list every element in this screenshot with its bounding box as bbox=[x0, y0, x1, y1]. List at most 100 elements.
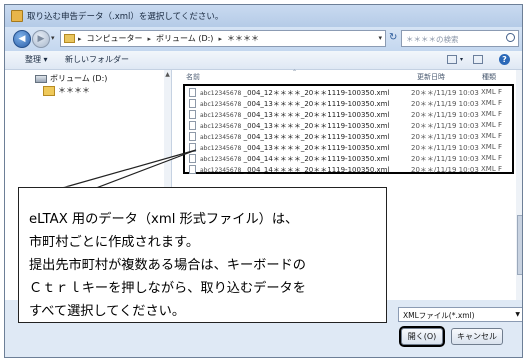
file-name-suffix: _004_13＊＊＊＊_20＊＊1119-100350.xml bbox=[243, 111, 390, 119]
breadcrumb-separator: ▸ bbox=[147, 34, 152, 43]
xml-file-icon bbox=[189, 165, 196, 174]
view-options-icon[interactable] bbox=[447, 55, 457, 64]
toolbar: 整理 ▾ 新しいフォルダー ▾ ? bbox=[5, 51, 522, 70]
column-header-date[interactable]: 更新日時 bbox=[417, 72, 445, 84]
file-type: XML F bbox=[481, 154, 502, 162]
file-name-prefix: abc12345678 bbox=[200, 145, 242, 152]
recent-pages-dropdown[interactable]: ▾ bbox=[51, 34, 55, 42]
xml-file-icon bbox=[189, 143, 196, 152]
nav-item-folder[interactable]: ＊＊＊＊ bbox=[43, 85, 90, 96]
file-row[interactable]: abc12345678 _004_13＊＊＊＊_20＊＊1119-100350.… bbox=[189, 131, 509, 142]
title-bar: 取り込む申告データ（.xml）を選択してください。 bbox=[5, 5, 522, 27]
file-date: 20＊＊/11/19 10:03 bbox=[411, 111, 479, 119]
xml-file-icon bbox=[189, 99, 196, 108]
organize-button[interactable]: 整理 ▾ bbox=[25, 54, 48, 65]
help-icon[interactable]: ? bbox=[499, 54, 510, 65]
callout-line: 市町村ごとに作成されます。 bbox=[29, 235, 200, 250]
address-dropdown-icon[interactable]: ▾ bbox=[378, 34, 382, 42]
file-date: 20＊＊/11/19 10:03 bbox=[411, 100, 479, 108]
file-type: XML F bbox=[481, 121, 502, 129]
folder-icon bbox=[43, 85, 55, 96]
file-row[interactable]: abc12345678 _004_13＊＊＊＊_20＊＊1119-100350.… bbox=[189, 109, 509, 120]
callout-line: Ｃｔｒｌキーを押しながら、取り込むデータを bbox=[29, 281, 306, 296]
selected-files-highlight: abc12345678 _004_12＊＊＊＊_20＊＊1119-100350.… bbox=[183, 84, 514, 174]
file-name-suffix: _004_14＊＊＊＊_20＊＊1119-100350.xml bbox=[243, 166, 390, 174]
file-type: XML F bbox=[481, 110, 502, 118]
file-type-select[interactable]: XMLファイル(*.xml) ▼ bbox=[398, 307, 522, 322]
nav-item-volume[interactable]: ボリューム (D:) bbox=[35, 73, 107, 84]
file-name: abc12345678 _004_13＊＊＊＊_20＊＊1119-100350.… bbox=[200, 132, 389, 142]
file-type: XML F bbox=[481, 143, 502, 151]
file-name-prefix: abc12345678 bbox=[200, 134, 242, 141]
file-type-value: XMLファイル(*.xml) bbox=[403, 311, 475, 320]
file-list-scrollbar[interactable] bbox=[516, 70, 522, 300]
file-name-prefix: abc12345678 bbox=[200, 90, 242, 97]
xml-file-icon bbox=[189, 154, 196, 163]
xml-file-icon bbox=[189, 110, 196, 119]
file-date: 20＊＊/11/19 10:03 bbox=[411, 144, 479, 152]
file-row[interactable]: abc12345678 _004_14＊＊＊＊_20＊＊1119-100350.… bbox=[189, 164, 509, 175]
file-date: 20＊＊/11/19 10:03 bbox=[411, 122, 479, 130]
file-name-suffix: _004_13＊＊＊＊_20＊＊1119-100350.xml bbox=[243, 144, 390, 152]
file-row[interactable]: abc12345678 _004_13＊＊＊＊_20＊＊1119-100350.… bbox=[189, 120, 509, 131]
folder-icon bbox=[64, 34, 75, 43]
file-name-prefix: abc12345678 bbox=[200, 123, 242, 130]
refresh-icon[interactable]: ↻ bbox=[389, 32, 397, 43]
breadcrumb-separator: ▸ bbox=[218, 34, 222, 43]
new-folder-button[interactable]: 新しいフォルダー bbox=[65, 54, 129, 65]
cancel-button[interactable]: キャンセル bbox=[451, 328, 503, 345]
file-name-prefix: abc12345678 bbox=[200, 112, 242, 119]
forward-button[interactable]: ▶ bbox=[32, 30, 50, 48]
file-name: abc12345678 _004_13＊＊＊＊_20＊＊1119-100350.… bbox=[200, 99, 389, 109]
file-name-suffix: _004_13＊＊＊＊_20＊＊1119-100350.xml bbox=[243, 133, 390, 141]
file-name: abc12345678 _004_13＊＊＊＊_20＊＊1119-100350.… bbox=[200, 110, 389, 120]
file-row[interactable]: abc12345678 _004_13＊＊＊＊_20＊＊1119-100350.… bbox=[189, 98, 509, 109]
view-dropdown-icon[interactable]: ▾ bbox=[460, 56, 463, 63]
file-row[interactable]: abc12345678 _004_14＊＊＊＊_20＊＊1119-100350.… bbox=[189, 153, 509, 164]
scrollbar-thumb[interactable] bbox=[517, 215, 522, 275]
file-row[interactable]: abc12345678 _004_12＊＊＊＊_20＊＊1119-100350.… bbox=[189, 87, 509, 98]
file-date: 20＊＊/11/19 10:03 bbox=[411, 166, 479, 174]
callout-line: eLTAX 用のデータ（xml 形式ファイル）は、 bbox=[29, 212, 299, 227]
nav-item-label: ボリューム (D:) bbox=[50, 74, 108, 83]
dialog-title: 取り込む申告データ（.xml）を選択してください。 bbox=[27, 12, 224, 22]
preview-pane-icon[interactable] bbox=[473, 55, 483, 64]
file-name-suffix: _004_13＊＊＊＊_20＊＊1119-100350.xml bbox=[243, 122, 390, 130]
column-header-name[interactable]: 名前 bbox=[186, 72, 200, 84]
address-field[interactable]: ▸ コンピューター ▸ ボリューム (D:) ▸ ＊＊＊＊ ▾ bbox=[60, 30, 386, 47]
xml-file-icon bbox=[189, 88, 196, 97]
search-icon bbox=[506, 33, 515, 42]
file-date: 20＊＊/11/19 10:03 bbox=[411, 89, 479, 97]
file-type: XML F bbox=[481, 88, 502, 96]
open-button[interactable]: 開く(O) bbox=[399, 326, 445, 347]
drive-icon bbox=[35, 74, 47, 83]
callout-line: 提出先市町村が複数ある場合は、キーボードの bbox=[29, 258, 306, 273]
file-name-prefix: abc12345678 bbox=[200, 156, 242, 163]
file-row[interactable]: abc12345678 _004_13＊＊＊＊_20＊＊1119-100350.… bbox=[189, 142, 509, 153]
breadcrumb-separator: ▸ bbox=[78, 34, 82, 43]
file-type: XML F bbox=[481, 132, 502, 140]
breadcrumb-computer[interactable]: コンピューター bbox=[87, 33, 143, 44]
breadcrumb-folder[interactable]: ＊＊＊＊ bbox=[227, 33, 259, 44]
search-placeholder: ＊＊＊＊の検索 bbox=[406, 35, 459, 44]
breadcrumb-volume[interactable]: ボリューム (D:) bbox=[156, 33, 213, 44]
nav-item-label: ＊＊＊＊ bbox=[58, 86, 90, 95]
sort-indicator-icon: ⌃ bbox=[292, 69, 298, 76]
search-input[interactable]: ＊＊＊＊の検索 bbox=[401, 30, 519, 47]
instruction-callout: eLTAX 用のデータ（xml 形式ファイル）は、 市町村ごとに作成されます。 … bbox=[18, 187, 387, 323]
callout-text: eLTAX 用のデータ（xml 形式ファイル）は、 市町村ごとに作成されます。 … bbox=[29, 208, 381, 323]
xml-file-icon bbox=[189, 121, 196, 130]
file-name: abc12345678 _004_12＊＊＊＊_20＊＊1119-100350.… bbox=[200, 88, 389, 98]
file-date: 20＊＊/11/19 10:03 bbox=[411, 133, 479, 141]
scroll-up-icon[interactable]: ▲ bbox=[164, 71, 171, 78]
file-name-suffix: _004_13＊＊＊＊_20＊＊1119-100350.xml bbox=[243, 100, 390, 108]
file-name: abc12345678 _004_14＊＊＊＊_20＊＊1119-100350.… bbox=[200, 154, 389, 164]
back-button[interactable]: ◀ bbox=[13, 30, 31, 48]
column-header-type[interactable]: 種類 bbox=[482, 72, 496, 84]
file-name: abc12345678 _004_13＊＊＊＊_20＊＊1119-100350.… bbox=[200, 121, 389, 131]
file-date: 20＊＊/11/19 10:03 bbox=[411, 155, 479, 163]
file-name-prefix: abc12345678 bbox=[200, 167, 242, 174]
file-name: abc12345678 _004_13＊＊＊＊_20＊＊1119-100350.… bbox=[200, 143, 389, 153]
file-type: XML F bbox=[481, 165, 502, 173]
file-name-prefix: abc12345678 bbox=[200, 101, 242, 108]
